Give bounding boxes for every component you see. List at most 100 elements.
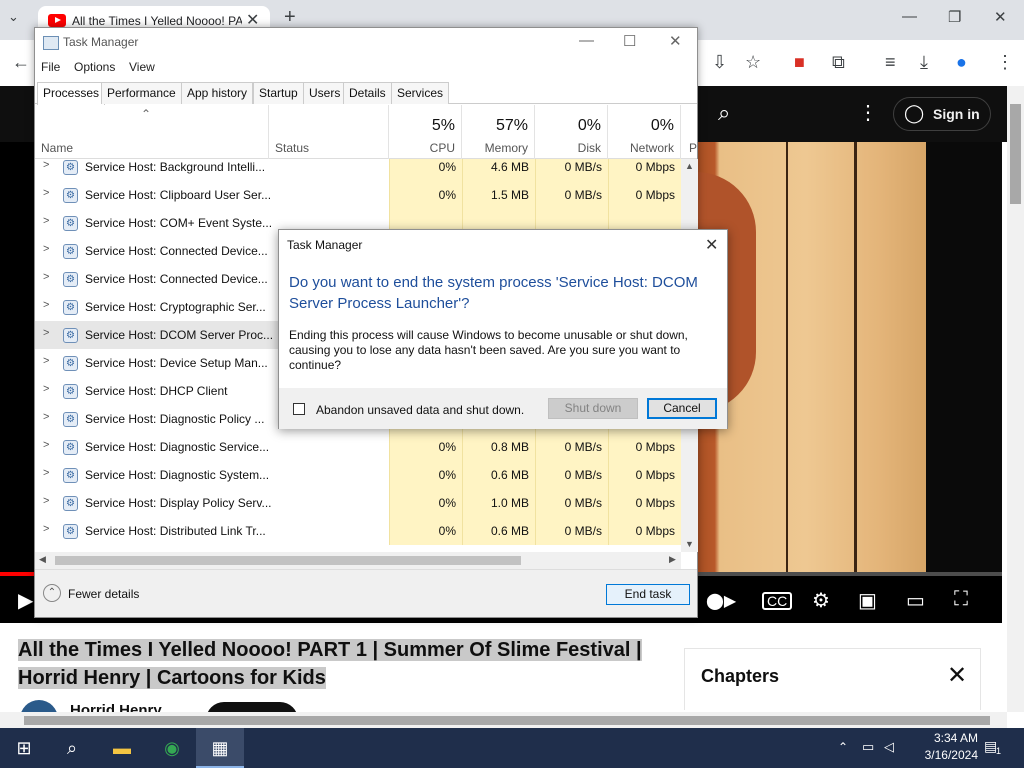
end-task-button[interactable]: End task	[606, 584, 690, 605]
search-icon[interactable]: ⌕	[718, 100, 730, 126]
table-row[interactable]: > ⚙ Service Host: Display Policy Serv... 0%…	[35, 489, 681, 517]
tab-users[interactable]: Users	[303, 82, 347, 104]
tab-details[interactable]: Details	[343, 82, 392, 104]
table-row[interactable]: > ⚙ Service Host: Background Intelli... 0% 4…	[35, 159, 681, 181]
page-scrollbar-thumb[interactable]	[1010, 104, 1021, 204]
page-hscrollbar-thumb[interactable]	[24, 716, 990, 725]
theater-mode-icon[interactable]: ▭	[906, 588, 925, 613]
col-status[interactable]: Status	[269, 105, 389, 159]
cancel-button[interactable]: Cancel	[647, 398, 717, 419]
file-explorer-icon[interactable]: ▬	[98, 728, 146, 768]
back-icon[interactable]: ←	[12, 52, 30, 73]
settings-icon[interactable]: ⚙	[812, 588, 830, 613]
tab-search-icon[interactable]: ⌄	[8, 9, 19, 25]
puzzle-icon[interactable]: ⧉	[832, 52, 845, 73]
minimize-button[interactable]: —	[902, 8, 917, 25]
table-row[interactable]: > ⚙ Service Host: Diagnostic Service... 0% 0…	[35, 433, 681, 461]
expand-chevron-icon[interactable]: >	[43, 355, 49, 367]
tm-hscroll-thumb[interactable]	[55, 556, 521, 565]
page-horizontal-scrollbar[interactable]	[0, 712, 1007, 728]
expand-chevron-icon[interactable]: >	[43, 439, 49, 451]
chrome-icon[interactable]: ◉	[148, 728, 196, 768]
more-options-icon[interactable]: ⋮	[858, 100, 878, 125]
col-disk[interactable]: 0% Disk	[535, 105, 608, 159]
expand-chevron-icon[interactable]: >	[43, 327, 49, 339]
col-name[interactable]: ⌃ Name	[35, 105, 269, 159]
cell-memory: 0.6 MB	[462, 461, 535, 489]
profile-icon[interactable]: ●	[956, 52, 967, 73]
miniplayer-icon[interactable]: ▣	[858, 588, 877, 613]
tm-minimize-button[interactable]: —	[579, 32, 594, 49]
download-icon[interactable]: ⤓	[920, 52, 928, 73]
menu-options[interactable]: Options	[74, 60, 115, 74]
table-row[interactable]: > ⚙ Service Host: Clipboard User Ser... 0% 1…	[35, 181, 681, 209]
expand-chevron-icon[interactable]: >	[43, 495, 49, 507]
tab-processes[interactable]: Processes	[37, 82, 106, 105]
col-status-label: Status	[275, 141, 310, 155]
install-icon[interactable]: ⇩	[712, 52, 727, 73]
tab-services[interactable]: Services	[391, 82, 450, 104]
channel-avatar[interactable]	[20, 700, 58, 712]
subscribe-button[interactable]	[206, 702, 298, 712]
table-row[interactable]: > ⚙ Service Host: Diagnostic System... 0% 0.…	[35, 461, 681, 489]
col-cpu[interactable]: 5% CPU	[389, 105, 462, 159]
tm-maximize-button[interactable]: ☐	[623, 32, 636, 50]
scroll-right-icon[interactable]: ▶	[669, 554, 676, 565]
volume-icon[interactable]: ◁	[884, 739, 894, 755]
sign-in-button[interactable]: ◯ Sign in	[893, 97, 991, 131]
start-icon[interactable]: ⊞	[0, 728, 48, 768]
abandon-data-checkbox[interactable]	[293, 403, 305, 415]
new-tab-button[interactable]: +	[284, 6, 296, 29]
page-vertical-scrollbar[interactable]	[1007, 86, 1024, 712]
expand-chevron-icon[interactable]: >	[43, 383, 49, 395]
col-network[interactable]: 0% Network	[608, 105, 681, 159]
col-power[interactable]: P	[681, 105, 697, 159]
tab-startup[interactable]: Startup	[253, 82, 304, 104]
close-button[interactable]: ✕	[994, 8, 1007, 26]
tab-performance[interactable]: Performance	[101, 82, 182, 104]
scroll-down-icon[interactable]: ▼	[685, 539, 694, 549]
menu-icon[interactable]: ⋮	[996, 52, 1014, 73]
play-icon[interactable]: ▶	[18, 588, 33, 613]
channel-name[interactable]: Horrid Henry	[70, 702, 162, 712]
fullscreen-icon[interactable]: ⛶	[954, 588, 968, 611]
show-hidden-icons-icon[interactable]: ⌃	[838, 740, 848, 754]
expand-chevron-icon[interactable]: >	[43, 187, 49, 199]
taskbar-clock[interactable]: 3:34 AM 3/16/2024	[898, 730, 978, 764]
scroll-left-icon[interactable]: ◀	[39, 554, 46, 565]
dialog-close-icon[interactable]: ✕	[705, 235, 718, 255]
task-manager-taskbar-icon[interactable]: ▦	[196, 728, 244, 768]
expand-chevron-icon[interactable]: >	[43, 299, 49, 311]
shut-down-button[interactable]: Shut down	[548, 398, 638, 419]
process-name: Service Host: COM+ Event Syste...	[85, 216, 273, 230]
search-icon[interactable]: ⌕	[48, 728, 96, 768]
autoplay-toggle[interactable]: ⬤▶	[706, 591, 736, 611]
expand-chevron-icon[interactable]: >	[43, 243, 49, 255]
abandon-data-label[interactable]: Abandon unsaved data and shut down.	[316, 403, 524, 417]
chapters-close-icon[interactable]: ✕	[947, 661, 967, 690]
tm-horizontal-scrollbar[interactable]: ◀ ▶	[35, 552, 681, 569]
expand-chevron-icon[interactable]: >	[43, 467, 49, 479]
scroll-up-icon[interactable]: ▲	[685, 161, 694, 171]
network-icon[interactable]: ▭	[862, 739, 874, 755]
extension-lock-icon[interactable]: ■	[794, 52, 805, 73]
media-icon[interactable]: ≡	[885, 52, 896, 73]
menu-view[interactable]: View	[129, 60, 155, 74]
cell-cpu: 0%	[389, 181, 462, 209]
expand-chevron-icon[interactable]: >	[43, 159, 49, 171]
captions-icon[interactable]: CC	[762, 592, 793, 610]
menu-file[interactable]: File	[41, 60, 60, 74]
star-icon[interactable]: ☆	[745, 52, 761, 73]
expand-chevron-icon[interactable]: >	[43, 271, 49, 283]
table-row[interactable]: > ⚙ Service Host: Distributed Link Tr... 0%…	[35, 517, 681, 545]
tm-close-button[interactable]: ✕	[669, 32, 682, 50]
windows-taskbar: ⊞ ⌕ ▬ ◉ ▦ ⌃ ▭ ◁ ▤ 1	[0, 728, 1024, 768]
col-memory[interactable]: 57% Memory	[462, 105, 535, 159]
fewer-details-icon[interactable]: ⌃	[43, 584, 61, 602]
expand-chevron-icon[interactable]: >	[43, 411, 49, 423]
restore-button[interactable]: ❐	[948, 8, 961, 26]
expand-chevron-icon[interactable]: >	[43, 215, 49, 227]
expand-chevron-icon[interactable]: >	[43, 523, 49, 535]
fewer-details-link[interactable]: Fewer details	[68, 587, 139, 601]
tab-app-history[interactable]: App history	[181, 82, 254, 104]
